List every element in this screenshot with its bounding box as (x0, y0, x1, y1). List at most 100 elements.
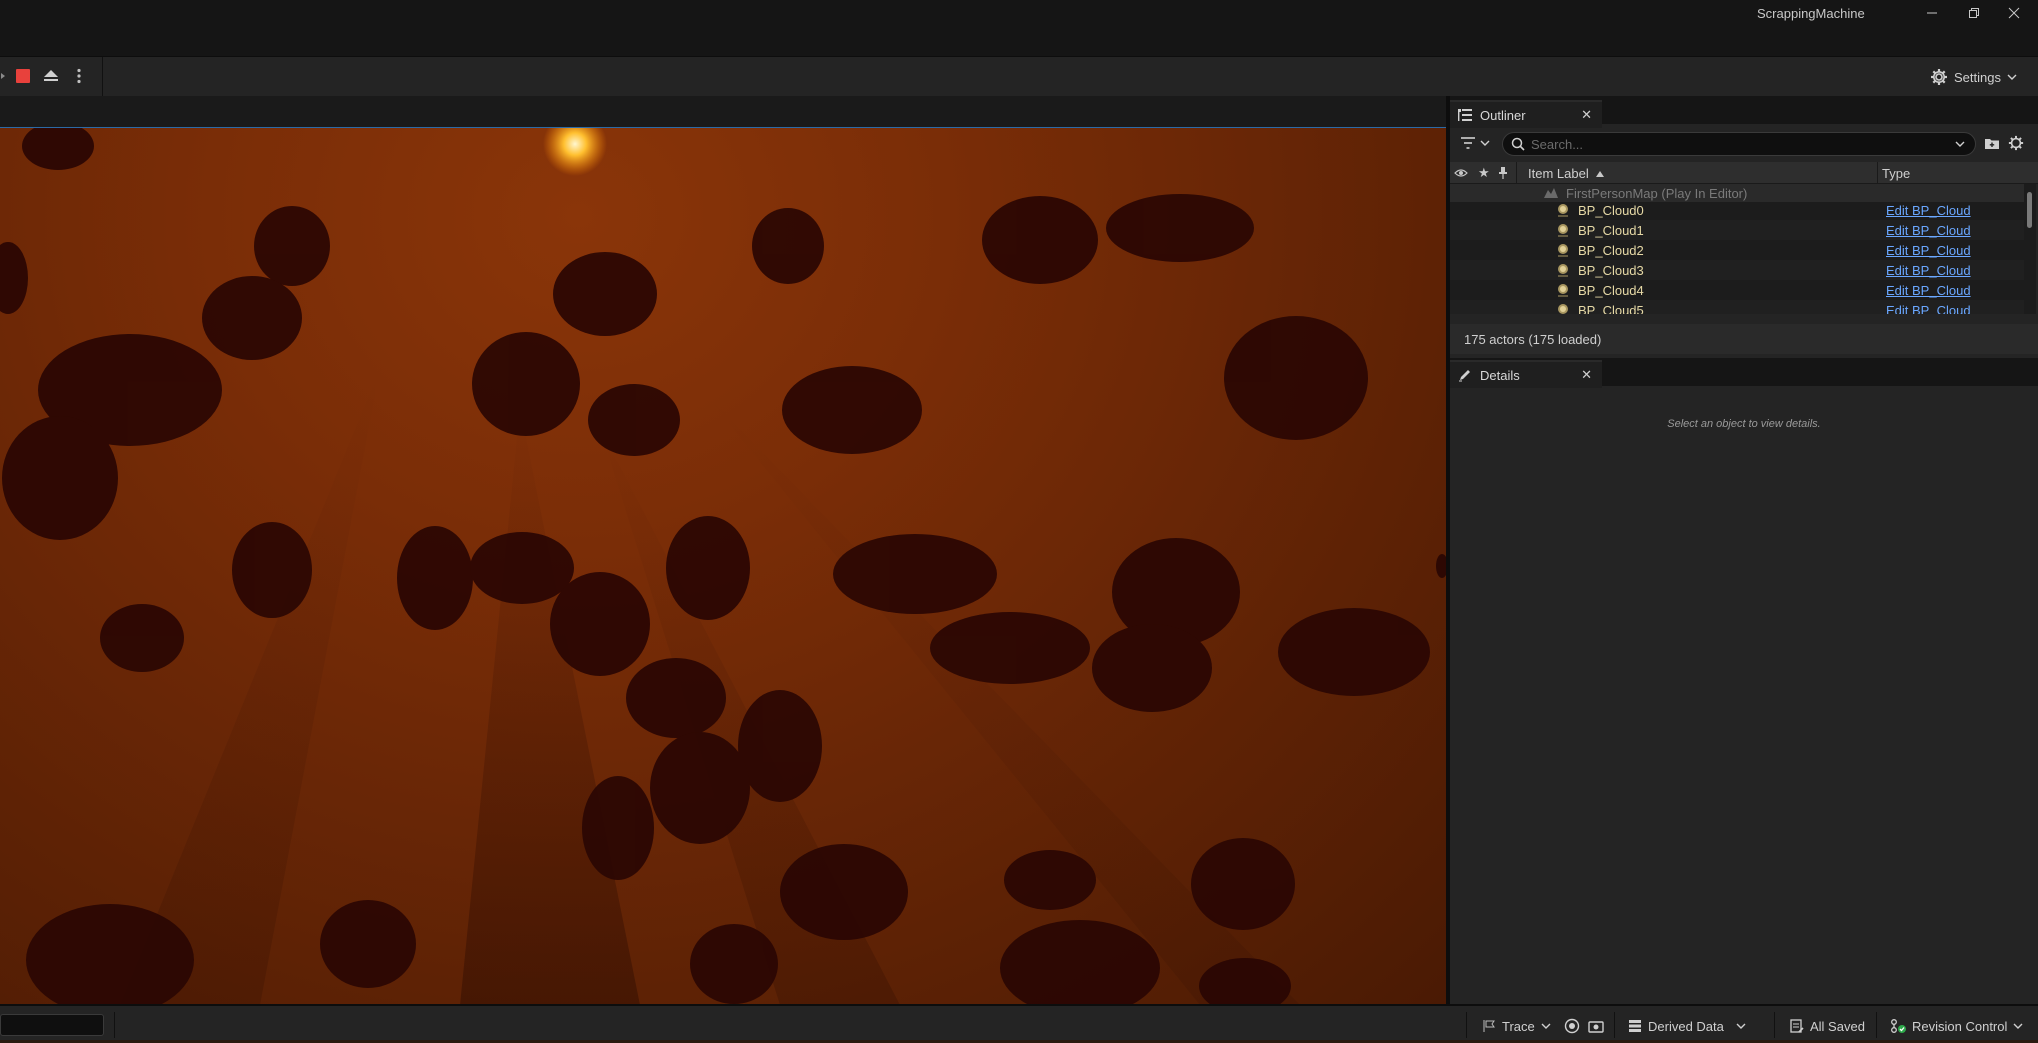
minimize-icon (1927, 12, 1937, 14)
chevron-down-icon (2013, 1023, 2023, 1029)
gear-icon (2008, 135, 2024, 151)
save-icon (1790, 1019, 1804, 1033)
column-type[interactable]: Type (1882, 166, 1910, 181)
eject-button[interactable] (40, 63, 62, 89)
stop-icon (16, 69, 30, 83)
search-input[interactable] (1531, 136, 1931, 152)
actor-icon (1558, 204, 1568, 217)
chevron-down-icon (1480, 140, 1490, 146)
actor-icon (1558, 264, 1568, 277)
revision-control-button[interactable]: Revision Control (1890, 1016, 2023, 1036)
window-title: ScrappingMachine (1757, 6, 1865, 21)
minimize-button[interactable] (1912, 0, 1952, 26)
details-body (1450, 388, 2038, 1004)
row-type-link[interactable]: Edit BP_Cloud (1886, 303, 1971, 315)
list-item[interactable]: BP_Cloud0 Edit BP_Cloud (1450, 200, 2024, 220)
record-button[interactable] (1564, 1016, 1580, 1036)
outliner-scrollbar[interactable] (2024, 184, 2036, 314)
viewport-header (0, 96, 1446, 127)
actors-count: 175 actors (175 loaded) (1450, 324, 2038, 354)
revision-control-label: Revision Control (1912, 1018, 2008, 1034)
right-panel: Outliner ✕ Search... ★ Item Label Type F… (1450, 96, 2038, 1004)
outliner-search-row (1450, 130, 2038, 158)
row-label: BP_Cloud1 (1578, 222, 1644, 238)
actor-icon (1558, 284, 1568, 297)
list-item[interactable]: BP_Cloud4 Edit BP_Cloud (1450, 280, 2024, 300)
database-icon (1629, 1020, 1641, 1032)
row-label: BP_Cloud4 (1578, 282, 1644, 298)
row-type-link[interactable]: Edit BP_Cloud (1886, 243, 1971, 258)
actor-icon (1558, 304, 1568, 314)
chevron-down-icon (2007, 74, 2017, 80)
chevron-down-icon[interactable] (1955, 141, 1965, 147)
restore-button[interactable] (1954, 0, 1994, 26)
list-item[interactable]: BP_Cloud3 Edit BP_Cloud (1450, 260, 2024, 280)
tab-details[interactable]: Details ✕ (1450, 360, 1602, 388)
filter-icon (1461, 137, 1475, 149)
list-item[interactable]: BP_Cloud1 Edit BP_Cloud (1450, 220, 2024, 240)
title-bar: ScrappingMachine (0, 0, 2038, 56)
stop-button[interactable] (12, 63, 34, 89)
toolbar-separator (102, 57, 103, 97)
row-label: BP_Cloud3 (1578, 262, 1644, 278)
screenshot-button[interactable] (1588, 1016, 1604, 1036)
trace-icon (1483, 1020, 1495, 1032)
outliner-header: ★ Item Label Type (1450, 162, 2038, 184)
outliner-settings-button[interactable] (2008, 135, 2024, 154)
gear-icon (1931, 69, 1947, 85)
favorite-icon[interactable]: ★ (1478, 165, 1490, 181)
game-viewport[interactable] (0, 127, 1446, 1004)
record-icon (1564, 1018, 1580, 1034)
sun (543, 128, 607, 176)
row-type-link[interactable]: Edit BP_Cloud (1886, 203, 1971, 218)
close-window-button[interactable] (1994, 0, 2034, 26)
outliner-search-box[interactable] (1502, 132, 1976, 156)
restore-icon (1969, 8, 1979, 18)
tab-details-label: Details (1480, 367, 1520, 383)
tab-outliner-label: Outliner (1480, 107, 1526, 123)
map-label: FirstPersonMap (Play In Editor) (1566, 186, 1748, 201)
play-arrow-icon (1, 73, 5, 79)
saved-label: All Saved (1810, 1018, 1865, 1034)
list-item[interactable]: BP_Cloud2 Edit BP_Cloud (1450, 240, 2024, 260)
list-item[interactable]: BP_Cloud5 Edit BP_Cloud (1450, 300, 2024, 314)
add-folder-button[interactable] (1984, 136, 2000, 153)
outliner-list[interactable]: FirstPersonMap (Play In Editor) BP_Cloud… (1450, 184, 2024, 314)
chevron-down-icon (1736, 1023, 1746, 1029)
tab-outliner[interactable]: Outliner ✕ (1450, 100, 1602, 128)
play-options-button[interactable] (0, 63, 8, 89)
filter-button[interactable] (1460, 136, 1490, 150)
search-icon (1511, 137, 1525, 151)
close-tab-icon[interactable]: ✕ (1581, 107, 1592, 123)
save-all-button[interactable]: All Saved (1790, 1016, 1865, 1036)
details-empty-message: Select an object to view details. (1667, 418, 1821, 430)
status-bar: Trace Derived Data All Saved Revision Co… (0, 1004, 2038, 1043)
main-toolbar: Settings (0, 56, 2038, 97)
console-input[interactable] (0, 1014, 104, 1036)
sort-ascending-icon (1596, 171, 1604, 177)
row-type-link[interactable]: Edit BP_Cloud (1886, 283, 1971, 298)
settings-button[interactable]: Settings (1930, 65, 2017, 89)
actor-icon (1558, 244, 1568, 257)
close-tab-icon[interactable]: ✕ (1581, 367, 1592, 383)
trace-button[interactable]: Trace (1482, 1016, 1551, 1036)
row-type-link[interactable]: Edit BP_Cloud (1886, 223, 1971, 238)
eject-icon (44, 70, 58, 81)
trace-label: Trace (1502, 1018, 1535, 1034)
row-label: BP_Cloud0 (1578, 202, 1644, 218)
camera-icon (1588, 1021, 1604, 1033)
scroll-thumb[interactable] (2027, 192, 2032, 228)
column-item-label[interactable]: Item Label (1528, 166, 1589, 181)
more-vertical-icon (77, 68, 81, 84)
pin-icon[interactable] (1498, 167, 1508, 179)
folder-add-icon (1985, 139, 1999, 149)
scene-render (0, 128, 1446, 1004)
revision-control-icon (1891, 1019, 1906, 1033)
close-icon (2008, 7, 2020, 19)
derived-data-label: Derived Data (1648, 1018, 1724, 1034)
row-type-link[interactable]: Edit BP_Cloud (1886, 263, 1971, 278)
visibility-icon[interactable] (1454, 168, 1468, 178)
derived-data-button[interactable]: Derived Data (1628, 1016, 1746, 1036)
more-options-button[interactable] (70, 63, 88, 89)
row-label: BP_Cloud2 (1578, 242, 1644, 258)
